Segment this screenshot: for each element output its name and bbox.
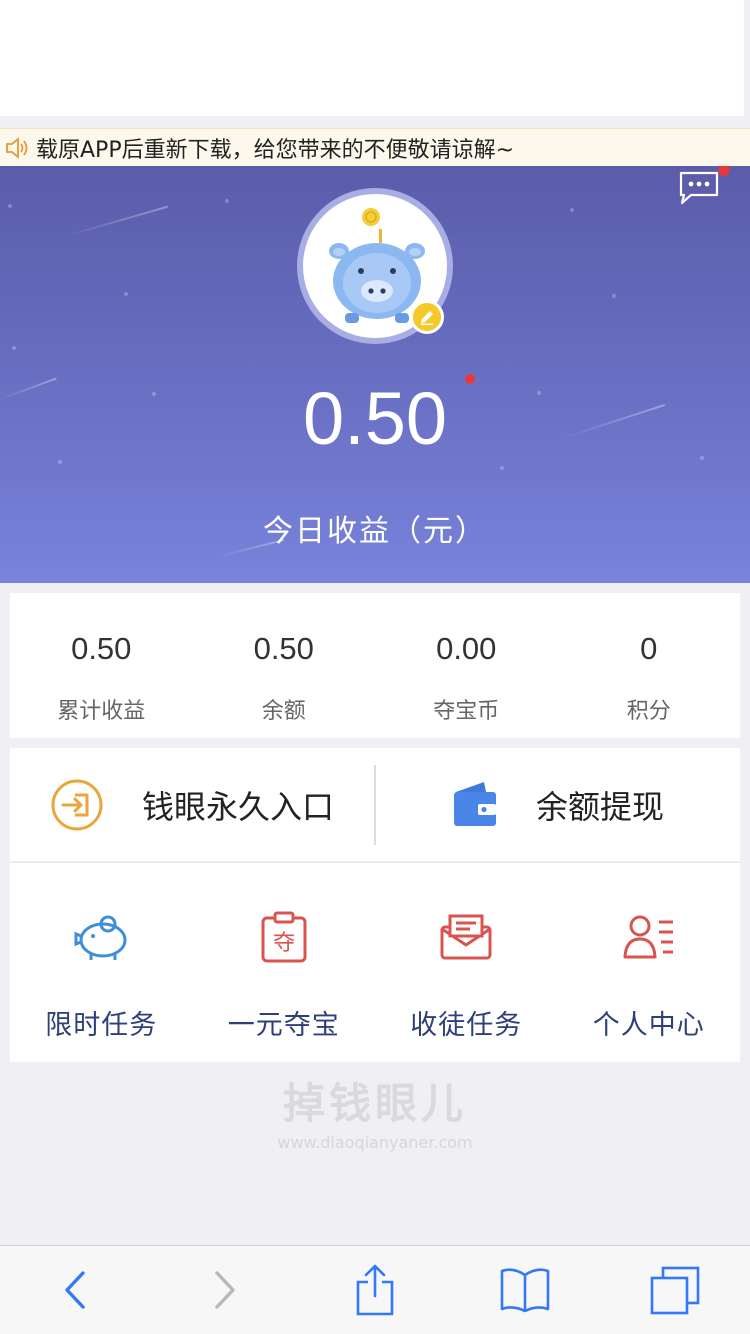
personal-center-button[interactable]: 个人中心: [558, 863, 741, 1062]
clipboard-icon: 夺: [261, 911, 307, 963]
share-button[interactable]: [343, 1258, 407, 1322]
bookmarks-button[interactable]: [493, 1258, 557, 1322]
notice-text: 载原APP后重新下载，给您带来的不便敬请谅解~: [36, 137, 515, 163]
brand-logo: 掉钱眼儿: [282, 1079, 467, 1128]
permanent-entry-label: 钱眼永久入口: [141, 787, 334, 826]
action-row: 钱眼永久入口 余额提现: [10, 748, 740, 861]
apprentice-task-button[interactable]: 收徒任务: [375, 863, 558, 1062]
wallet-icon: [453, 781, 496, 826]
svg-text:夺: 夺: [273, 931, 295, 956]
stat-points[interactable]: 0 积分: [558, 593, 741, 738]
back-button[interactable]: [43, 1258, 107, 1322]
stat-total-earnings[interactable]: 0.50 累计收益: [10, 593, 193, 738]
brand-url: www.diaoqianyaner.com: [277, 1133, 473, 1152]
edit-avatar-button[interactable]: [410, 300, 444, 334]
stat-value: 0.50: [71, 631, 132, 666]
stat-label: 累计收益: [57, 699, 146, 724]
brand-watermark: 掉钱眼儿 www.diaoqianyaner.com: [0, 1070, 750, 1152]
notification-dot: [718, 166, 730, 176]
withdraw-label: 余额提现: [535, 787, 664, 826]
stat-value: 0: [640, 631, 658, 666]
book-icon: [500, 1268, 550, 1313]
stat-label: 余额: [261, 699, 306, 724]
stat-label: 积分: [626, 699, 671, 724]
stat-label: 夺宝币: [433, 699, 500, 724]
forward-button[interactable]: [193, 1258, 257, 1322]
share-icon: [356, 1264, 394, 1316]
browser-toolbar: [0, 1245, 750, 1334]
tabs-button[interactable]: [643, 1258, 707, 1322]
earnings-hero: 0.50 今日收益（元）: [0, 166, 750, 583]
piggy-icon: [74, 915, 127, 960]
feature-grid: 限时任务 夺 一元夺宝 收徒任务 个人中心: [10, 862, 740, 1062]
stat-balance[interactable]: 0.50 余额: [193, 593, 376, 738]
profile-card-icon: [623, 915, 673, 959]
page-header-blank: [0, 0, 744, 116]
apprentice-task-label: 收徒任务: [410, 1010, 523, 1041]
stat-value: 0.50: [253, 631, 314, 666]
tabs-icon: [650, 1266, 700, 1315]
back-arrow-icon: [65, 1271, 85, 1309]
enter-icon: [51, 779, 103, 830]
permanent-entry-button[interactable]: 钱眼永久入口: [10, 748, 374, 861]
today-earnings-label: 今日收益（元）: [263, 514, 487, 549]
notice-bar: 载原APP后重新下载，给您带来的不便敬请谅解~: [0, 128, 750, 166]
envelope-icon: [440, 914, 492, 960]
limited-task-button[interactable]: 限时任务: [10, 863, 193, 1062]
chat-icon: [679, 171, 719, 205]
forward-arrow-icon: [215, 1271, 235, 1309]
personal-center-label: 个人中心: [592, 1010, 705, 1041]
stats-panel: 0.50 累计收益 0.50 余额 0.00 夺宝币 0 积分: [10, 593, 740, 738]
limited-task-label: 限时任务: [45, 1010, 158, 1041]
speaker-icon: [0, 129, 36, 166]
one-yuan-treasure-label: 一元夺宝: [227, 1010, 340, 1041]
today-earnings-amount: 0.50: [302, 377, 448, 460]
pencil-icon: [421, 311, 433, 326]
chat-button[interactable]: [678, 166, 730, 206]
withdraw-button[interactable]: 余额提现: [376, 748, 740, 861]
one-yuan-treasure-button[interactable]: 夺 一元夺宝: [193, 863, 376, 1062]
stat-value: 0.00: [436, 631, 497, 666]
stat-treasure-coins[interactable]: 0.00 夺宝币: [375, 593, 558, 738]
